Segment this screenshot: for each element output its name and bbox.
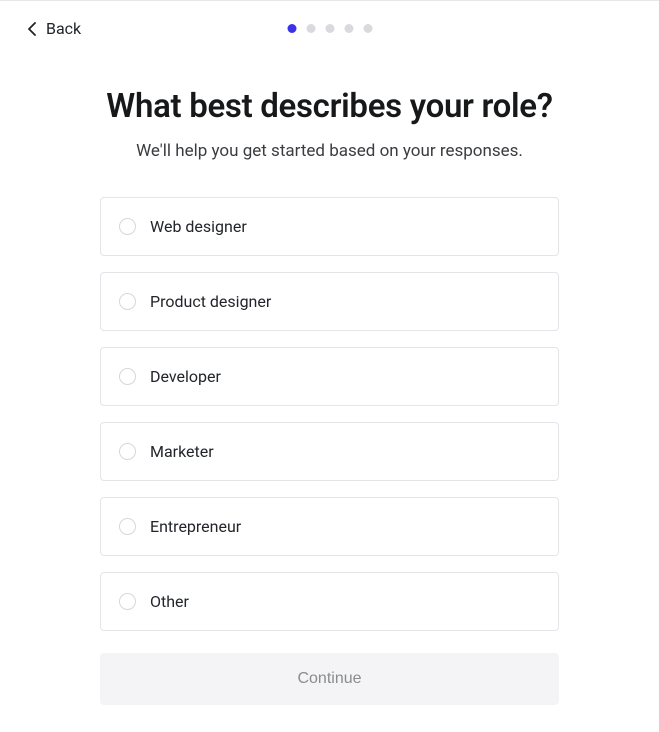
chevron-left-icon: [28, 22, 36, 36]
radio-icon: [119, 368, 136, 385]
option-label: Developer: [150, 367, 221, 386]
progress-dot-1: [287, 24, 296, 33]
back-button[interactable]: Back: [28, 19, 81, 38]
role-option-developer[interactable]: Developer: [100, 347, 559, 406]
option-label: Entrepreneur: [150, 517, 241, 536]
back-label: Back: [46, 19, 81, 38]
continue-button[interactable]: Continue: [100, 653, 559, 705]
radio-icon: [119, 443, 136, 460]
option-label: Web designer: [150, 217, 247, 236]
radio-icon: [119, 518, 136, 535]
progress-dot-3: [325, 24, 334, 33]
option-label: Product designer: [150, 292, 271, 311]
header-bar: Back: [0, 1, 659, 38]
radio-icon: [119, 218, 136, 235]
role-option-web-designer[interactable]: Web designer: [100, 197, 559, 256]
role-option-entrepreneur[interactable]: Entrepreneur: [100, 497, 559, 556]
radio-icon: [119, 293, 136, 310]
option-label: Marketer: [150, 442, 214, 461]
option-label: Other: [150, 592, 189, 611]
progress-indicator: [287, 24, 372, 33]
role-option-other[interactable]: Other: [100, 572, 559, 631]
role-option-product-designer[interactable]: Product designer: [100, 272, 559, 331]
page-title: What best describes your role?: [106, 86, 552, 127]
radio-icon: [119, 593, 136, 610]
progress-dot-4: [344, 24, 353, 33]
onboarding-content: What best describes your role? We'll hel…: [0, 38, 659, 705]
progress-dot-5: [363, 24, 372, 33]
role-options-list: Web designer Product designer Developer …: [100, 197, 559, 631]
page-subtitle: We'll help you get started based on your…: [136, 141, 523, 161]
role-option-marketer[interactable]: Marketer: [100, 422, 559, 481]
progress-dot-2: [306, 24, 315, 33]
